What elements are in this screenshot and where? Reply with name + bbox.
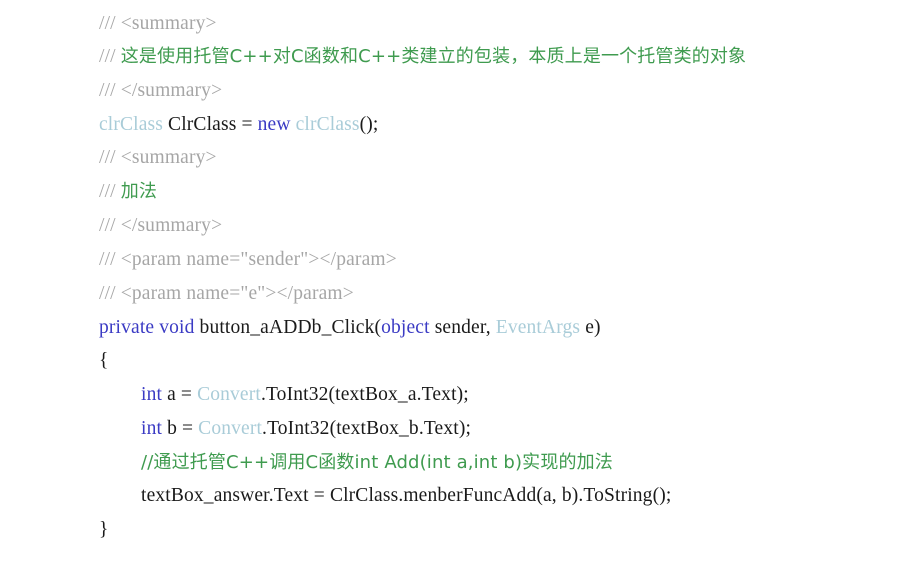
code-token-xmldoc: /// [99, 46, 121, 67]
code-line[interactable]: /// </summary> [99, 209, 222, 243]
code-token-plain: ClrClass = [163, 114, 258, 135]
code-token-keyword: object [381, 317, 430, 338]
code-line[interactable]: textBox_answer.Text = ClrClass.menberFun… [141, 479, 671, 513]
code-line[interactable]: } [99, 513, 109, 547]
code-token-type: Convert [197, 384, 261, 405]
code-line[interactable]: int a = Convert.ToInt32(textBox_a.Text); [141, 378, 469, 412]
code-token-plain: sender, [429, 317, 496, 338]
code-line[interactable]: /// <param name="sender"></param> [99, 243, 397, 277]
code-token-keyword: int [141, 384, 163, 405]
code-token-plain: textBox_answer.Text = ClrClass.menberFun… [141, 485, 672, 506]
code-token-doctext: 加法 [120, 181, 158, 202]
code-token-plain: button_aADDb_Click( [194, 317, 382, 338]
code-line[interactable]: /// <param name="e"></param> [99, 277, 354, 311]
code-token-plain: { [99, 350, 109, 371]
code-token-comment: //通过托管C++调用C函数int Add(int a,int b)实现的加法 [141, 452, 613, 473]
code-token-xmldoc: /// <summary> [99, 13, 217, 34]
code-token-type: clrClass [295, 114, 360, 135]
code-editor-viewport[interactable]: /// <summary> /// 这是使用托管C++对C函数和C++类建立的包装… [0, 0, 923, 563]
code-token-plain: b = [162, 418, 199, 439]
code-token-plain: .ToInt32(textBox_b.Text); [262, 418, 472, 439]
code-token-doctext: 这是使用托管C++对C函数和C++类建立的包装，本质上是一个托管类的对象 [120, 46, 747, 67]
code-line[interactable]: /// 这是使用托管C++对C函数和C++类建立的包装，本质上是一个托管类的对象 [99, 40, 746, 74]
code-token-type: Convert [198, 418, 263, 439]
code-token-plain: a = [162, 384, 198, 405]
code-token-xmldoc: /// </summary> [99, 215, 223, 236]
code-token-keyword: new [257, 114, 291, 135]
code-line[interactable]: //通过托管C++调用C函数int Add(int a,int b)实现的加法 [141, 446, 613, 480]
code-token-keyword: private [99, 317, 155, 338]
code-token-plain: .ToInt32(textBox_a.Text); [260, 384, 469, 405]
code-line[interactable]: /// </summary> [99, 74, 222, 108]
code-line[interactable]: private void button_aADDb_Click(object s… [99, 311, 601, 345]
code-token-keyword: int [141, 418, 163, 439]
code-line[interactable]: { [99, 344, 109, 378]
code-line[interactable]: int b = Convert.ToInt32(textBox_b.Text); [141, 412, 471, 446]
code-line[interactable]: /// <summary> [99, 141, 217, 175]
code-line[interactable]: /// 加法 [99, 175, 157, 209]
code-token-xmldoc: /// <param name="sender"></param> [99, 249, 397, 270]
code-token-keyword: void [159, 317, 195, 338]
code-token-xmldoc: /// </summary> [99, 80, 223, 101]
code-token-plain: e) [580, 317, 601, 338]
code-token-type: clrClass [99, 114, 164, 135]
code-token-xmldoc: /// <param name="e"></param> [99, 283, 354, 304]
code-token-plain: } [99, 519, 109, 540]
code-token-plain: (); [359, 114, 379, 135]
code-line[interactable]: /// <summary> [99, 7, 217, 41]
code-token-type: EventArgs [495, 317, 581, 338]
code-token-xmldoc: /// [99, 181, 121, 202]
code-token-xmldoc: /// <summary> [99, 147, 217, 168]
code-line[interactable]: clrClass ClrClass = new clrClass(); [99, 108, 379, 142]
